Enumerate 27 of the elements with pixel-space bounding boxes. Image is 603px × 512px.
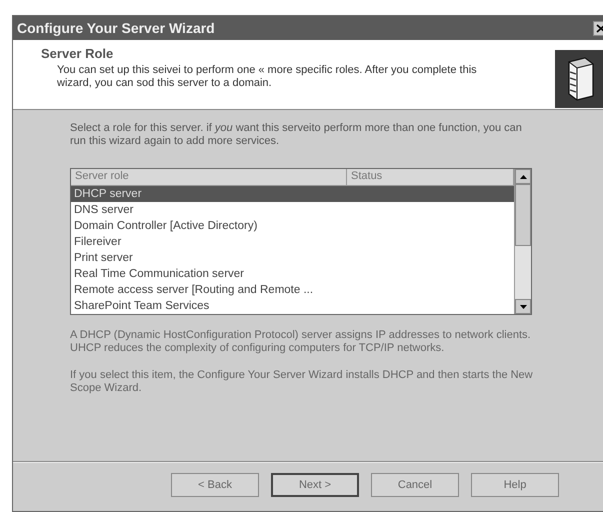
role-description: If you select this item, the Configure Your Server Wizard installs DHCP and then starts the New Scope Wizard. (70, 369, 534, 395)
role-list[interactable] (70, 168, 532, 315)
scroll-down-button[interactable] (515, 299, 531, 314)
instruction-text: Select a role for this server. if you want this serveito perform more than one function, you can run this wizard again to add more services. (70, 122, 523, 148)
page-description: You can set up this seivei to perform one « more specific roles. After you complete this wizard, you can sod this server to a domain. (57, 64, 478, 90)
role-item[interactable]: Real Time Communication server (71, 266, 514, 282)
role-item[interactable]: DHCP server (71, 186, 514, 202)
role-item[interactable]: DNS server (71, 202, 514, 218)
role-item[interactable]: Remote access server [Routing and Remote ... (71, 282, 514, 298)
scroll-thumb[interactable] (515, 184, 531, 246)
wizard-button[interactable]: Next > (271, 473, 359, 497)
page-title: Server Role (41, 46, 114, 61)
scroll-up-button[interactable] (515, 169, 531, 184)
role-item[interactable]: Domain Controller [Active Directory) (71, 218, 514, 234)
up-arrow-icon (520, 174, 526, 178)
scrollbar[interactable] (514, 169, 531, 314)
server-icon (555, 50, 603, 108)
role-description: A DHCP (Dynamic HostConfiguration Protocol) server assigns IP addresses to network clients. UHCP reduces the complexity of configuring computers for TCP/IP networks. (70, 329, 532, 355)
down-arrow-icon (520, 304, 526, 308)
role-item[interactable]: Filereiver (71, 234, 514, 250)
role-item[interactable]: Print server (71, 250, 514, 266)
wizard-button[interactable]: < Back (171, 473, 259, 497)
wizard-button[interactable]: Help (471, 473, 559, 497)
window-title: Configure Your Server Wizard (17, 20, 215, 36)
wizard-button[interactable]: Cancel (371, 473, 459, 497)
close-icon (596, 24, 603, 32)
role-item[interactable]: SharePoint Team Services (71, 298, 514, 314)
